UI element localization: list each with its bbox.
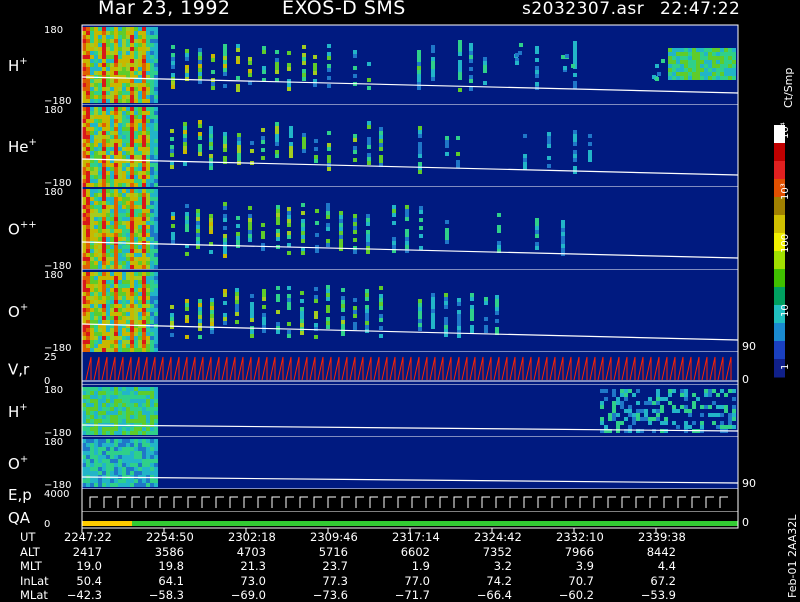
- ephemeris-cell: 1.9: [411, 559, 430, 573]
- ephemeris-label-alt: ALT: [20, 544, 40, 559]
- panel-7-ytop: 4000: [44, 489, 69, 500]
- ephemeris-cell: 23.7: [322, 559, 348, 573]
- ephemeris-cell: 2339:38: [638, 530, 686, 544]
- panel-2-label: O++: [8, 220, 37, 239]
- panel-6-background: [82, 437, 738, 489]
- ephemeris-cell: 19.8: [158, 559, 184, 573]
- panel-1-label: He+: [8, 137, 37, 156]
- panel-4-ytop: 25: [44, 352, 57, 363]
- panel-4-label: V,r: [8, 361, 30, 379]
- panel-5-label: H+: [8, 402, 28, 421]
- ephemeris-cell: 19.0: [76, 559, 102, 573]
- colorbar-segment: [774, 269, 785, 288]
- ephemeris-cell: 3586: [154, 544, 184, 559]
- panel-6-ytop: 180: [44, 437, 63, 448]
- ephemeris-cell: 74.2: [486, 573, 512, 588]
- ephemeris-cell: 2254:50: [146, 530, 194, 544]
- panel-0-ytop: 180: [44, 25, 63, 36]
- ephemeris-cell: 7352: [482, 544, 512, 559]
- colorbar-segment: [774, 323, 785, 342]
- panel-0-background: [82, 25, 738, 105]
- ephemeris-cell: 77.0: [404, 573, 430, 588]
- panel-7-label: E,p: [8, 486, 32, 504]
- colorbar-segment: [774, 161, 785, 180]
- panel-2-background: [82, 187, 738, 270]
- panel-6-right-tick: 90: [742, 477, 756, 490]
- ephemeris-cell: 4703: [236, 544, 266, 559]
- panel-3-background: [82, 270, 738, 352]
- ephemeris-cell: 2324:42: [474, 530, 522, 544]
- colorbar-segment: [774, 143, 785, 162]
- colorbar-tick: 10: [780, 304, 791, 317]
- colorbar-segment: [774, 287, 785, 306]
- ephemeris-cell: 50.4: [76, 573, 102, 588]
- ephemeris-cell: 73.0: [240, 573, 266, 588]
- panel-8-label: QA: [8, 509, 31, 527]
- ephemeris-label-inlat: InLat: [20, 573, 49, 588]
- panel-8-ybot: 0: [44, 519, 50, 530]
- ephemeris-cell: 21.3: [240, 559, 266, 573]
- colorbar-segment: [774, 341, 785, 360]
- ephemeris-label-ut: UT: [20, 530, 36, 544]
- ephemeris-cell: 6602: [400, 544, 430, 559]
- ephemeris-cell: 4.4: [657, 559, 676, 573]
- ephemeris-cell: 2302:18: [228, 530, 276, 544]
- ephemeris-cell: 3.2: [493, 559, 512, 573]
- ephemeris-cell: 8442: [646, 544, 676, 559]
- panel-6-label: O+: [8, 454, 28, 473]
- colorbar-tick: 1: [780, 364, 791, 370]
- ephemeris-cell: 70.7: [568, 573, 594, 588]
- ephemeris-cell: 77.3: [322, 573, 348, 588]
- panel-4-background: [82, 352, 738, 385]
- ephemeris-cell: 2247:22: [64, 530, 112, 544]
- ephemeris-cell: 67.2: [650, 573, 676, 588]
- colorbar-tick: 10³: [780, 183, 791, 200]
- ephemeris-cell: 5716: [318, 544, 348, 559]
- panel-5-ytop: 180: [44, 385, 63, 396]
- qa-bar-yellow: [82, 521, 132, 526]
- colorbar-unit-label: Ct/Smp: [782, 67, 795, 108]
- ephemeris-cell: 64.1: [158, 573, 184, 588]
- colorbar-segment: [774, 215, 785, 234]
- panel-4-right-tick: 0: [742, 373, 749, 386]
- colorbar-tick: 10⁴: [780, 122, 791, 139]
- panel-7-background: [82, 489, 738, 512]
- panel-8-right-tick: 0: [742, 516, 749, 529]
- panel-3-right-tick: 90: [742, 340, 756, 353]
- ephemeris-cell: 2309:46: [310, 530, 358, 544]
- ephemeris-cell: 2332:10: [556, 530, 604, 544]
- spectrogram-figure: H+180−180He+180−180O++180−180O+180−180 90…: [8, 24, 791, 533]
- ephemeris-label-mlt: MLT: [20, 559, 42, 573]
- panel-1-ytop: 180: [44, 105, 63, 116]
- ephemeris-cell: 7966: [564, 544, 594, 559]
- colorbar-tick: 100: [780, 234, 791, 253]
- ephemeris-cell: 2317:14: [392, 530, 440, 544]
- panel-0-label: H+: [8, 56, 28, 75]
- panel-3-ytop: 180: [44, 270, 63, 281]
- ephemeris-cell: 3.9: [575, 559, 594, 573]
- footer-note: Feb-01 2AA32L: [786, 514, 799, 598]
- panel-1-background: [82, 105, 738, 187]
- ephemeris-cell: 2417: [72, 544, 102, 559]
- panel-3-label: O+: [8, 302, 28, 321]
- qa-bar-green: [132, 521, 738, 526]
- panel-2-ytop: 180: [44, 187, 63, 198]
